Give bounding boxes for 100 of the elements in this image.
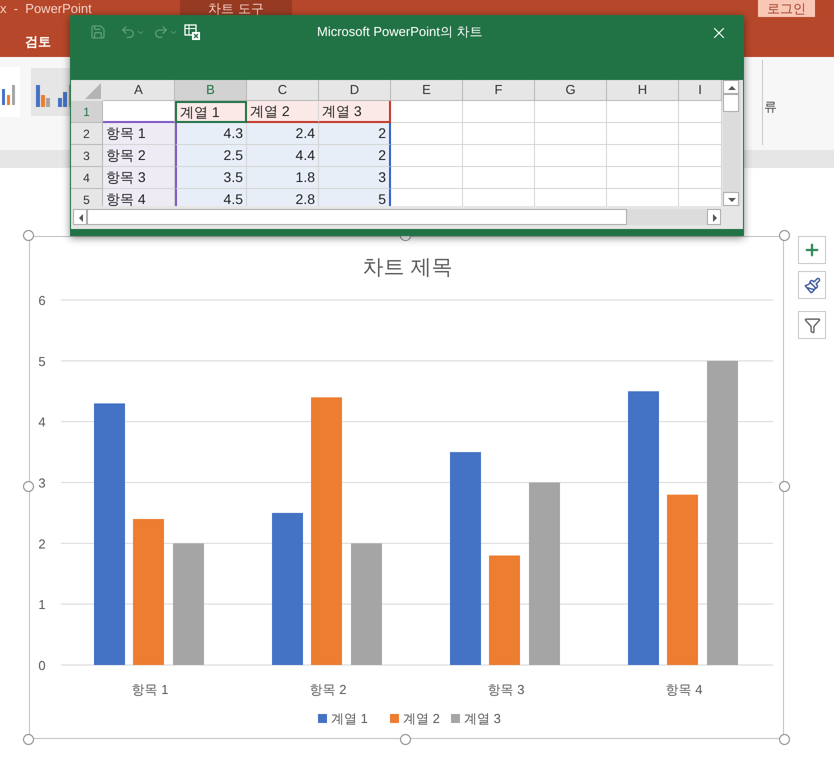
table-cell[interactable] — [535, 145, 607, 167]
row-header[interactable]: 4 — [71, 167, 103, 189]
table-cell[interactable] — [463, 167, 535, 189]
category-label: 항목 3 — [488, 682, 524, 697]
table-cell[interactable] — [679, 145, 722, 167]
table-cell[interactable]: 계열 1 — [175, 101, 247, 123]
window-title: Microsoft PowerPoint의 차트 — [317, 24, 482, 40]
table-cell[interactable]: 2.4 — [247, 123, 319, 145]
table-cell[interactable] — [607, 167, 679, 189]
table-cell[interactable] — [391, 167, 463, 189]
row-header[interactable]: 1 — [71, 101, 103, 123]
resize-handle[interactable] — [779, 481, 790, 492]
table-cell[interactable]: 계열 2 — [247, 101, 319, 123]
axis-tick-label: 3 — [38, 476, 46, 490]
horizontal-scrollbar[interactable] — [73, 209, 721, 225]
table-cell[interactable]: 항목 4 — [103, 189, 175, 206]
redo-icon[interactable] — [153, 24, 169, 40]
sheet-icon[interactable] — [184, 24, 200, 40]
table-cell[interactable] — [607, 145, 679, 167]
table-cell[interactable]: 1.8 — [247, 167, 319, 189]
resize-handle[interactable] — [23, 481, 34, 492]
table-cell[interactable]: 3.5 — [175, 167, 247, 189]
table-cell[interactable] — [535, 189, 607, 206]
table-cell[interactable] — [607, 189, 679, 206]
table-cell[interactable] — [679, 123, 722, 145]
login-button[interactable]: 로그인 — [758, 0, 815, 17]
axis-tick-label: 5 — [38, 354, 46, 369]
ribbon-tab[interactable]: 검토 — [25, 32, 51, 52]
table-cell[interactable] — [391, 101, 463, 123]
resize-handle[interactable] — [23, 230, 34, 241]
axis-tick-label: 6 — [38, 293, 46, 308]
column-header[interactable]: A — [103, 80, 175, 101]
table-cell[interactable]: 항목 2 — [103, 145, 175, 167]
chart-filter-button[interactable] — [798, 311, 826, 339]
table-cell[interactable] — [463, 145, 535, 167]
plus-icon — [803, 241, 821, 259]
table-cell[interactable]: 항목 1 — [103, 123, 175, 145]
resize-handle[interactable] — [400, 734, 411, 745]
table-cell[interactable]: 4.3 — [175, 123, 247, 145]
scroll-thumb[interactable] — [723, 94, 739, 112]
resize-handle[interactable] — [779, 734, 790, 745]
table-cell[interactable]: 2.5 — [175, 145, 247, 167]
table-cell[interactable]: 계열 3 — [319, 101, 391, 123]
table-cell[interactable]: 항목 3 — [103, 167, 175, 189]
chart-frame[interactable]: 차트 제목 0 1 2 3 4 5 6 항목 1 항목 2 항목 3 항목 4 계열 1 계열 2 계열 3 — [29, 236, 784, 739]
table-cell[interactable] — [679, 189, 722, 206]
category-label: 항목 4 — [666, 682, 702, 697]
column-header[interactable]: B — [175, 80, 247, 101]
table-cell[interactable] — [535, 123, 607, 145]
chart-title: 차트 제목 — [362, 256, 452, 279]
table-cell[interactable]: 2 — [319, 145, 391, 167]
table-cell[interactable] — [391, 123, 463, 145]
scroll-down-icon[interactable] — [723, 192, 739, 206]
column-header[interactable]: E — [391, 80, 463, 101]
caret-icon[interactable] — [136, 28, 145, 37]
resize-handle[interactable] — [23, 734, 34, 745]
add-element-button[interactable] — [798, 236, 826, 264]
table-cell[interactable]: 3 — [319, 167, 391, 189]
column-header[interactable]: F — [463, 80, 535, 101]
table-cell[interactable]: 2.8 — [247, 189, 319, 206]
table-cell[interactable] — [607, 123, 679, 145]
axis-tick-label: 4 — [38, 414, 46, 430]
table-cell[interactable]: 2 — [319, 123, 391, 145]
table-cell[interactable] — [679, 101, 722, 123]
chart-style-thumbnail[interactable] — [0, 67, 20, 117]
table-cell[interactable] — [463, 189, 535, 206]
table-cell[interactable]: 5 — [319, 189, 391, 206]
table-cell[interactable] — [535, 101, 607, 123]
column-header[interactable]: I — [679, 80, 722, 101]
table-cell[interactable] — [463, 101, 535, 123]
category-label: 항목 1 — [132, 682, 168, 697]
column-header[interactable]: C — [247, 80, 319, 101]
scroll-left-icon[interactable] — [73, 209, 87, 225]
column-header[interactable]: G — [535, 80, 607, 101]
save-icon[interactable] — [90, 24, 106, 40]
table-cell[interactable] — [463, 123, 535, 145]
scroll-thumb[interactable] — [87, 209, 627, 225]
resize-handle[interactable] — [779, 230, 790, 241]
row-header[interactable]: 3 — [71, 145, 103, 167]
vertical-scrollbar[interactable] — [723, 80, 741, 206]
table-cell[interactable] — [607, 101, 679, 123]
table-cell[interactable] — [103, 101, 175, 123]
chart-style-thumbnail[interactable] — [31, 68, 70, 116]
table-cell[interactable]: 4.5 — [175, 189, 247, 206]
scroll-up-icon[interactable] — [723, 80, 739, 94]
app-title: x - PowerPoint — [0, 0, 93, 17]
axis-tick-label: 2 — [38, 536, 46, 552]
table-cell[interactable] — [391, 189, 463, 206]
scroll-right-icon[interactable] — [707, 209, 721, 225]
undo-icon[interactable] — [120, 24, 136, 40]
legend-label: 계열 2 — [403, 711, 440, 726]
row-header[interactable]: 2 — [71, 123, 103, 145]
column-header[interactable]: H — [607, 80, 679, 101]
table-cell[interactable] — [679, 167, 722, 189]
table-cell[interactable] — [391, 145, 463, 167]
table-cell[interactable]: 4.4 — [247, 145, 319, 167]
column-header[interactable]: D — [319, 80, 391, 101]
chart-style-button[interactable] — [798, 271, 826, 299]
table-cell[interactable] — [535, 167, 607, 189]
caret-icon[interactable] — [169, 28, 178, 37]
